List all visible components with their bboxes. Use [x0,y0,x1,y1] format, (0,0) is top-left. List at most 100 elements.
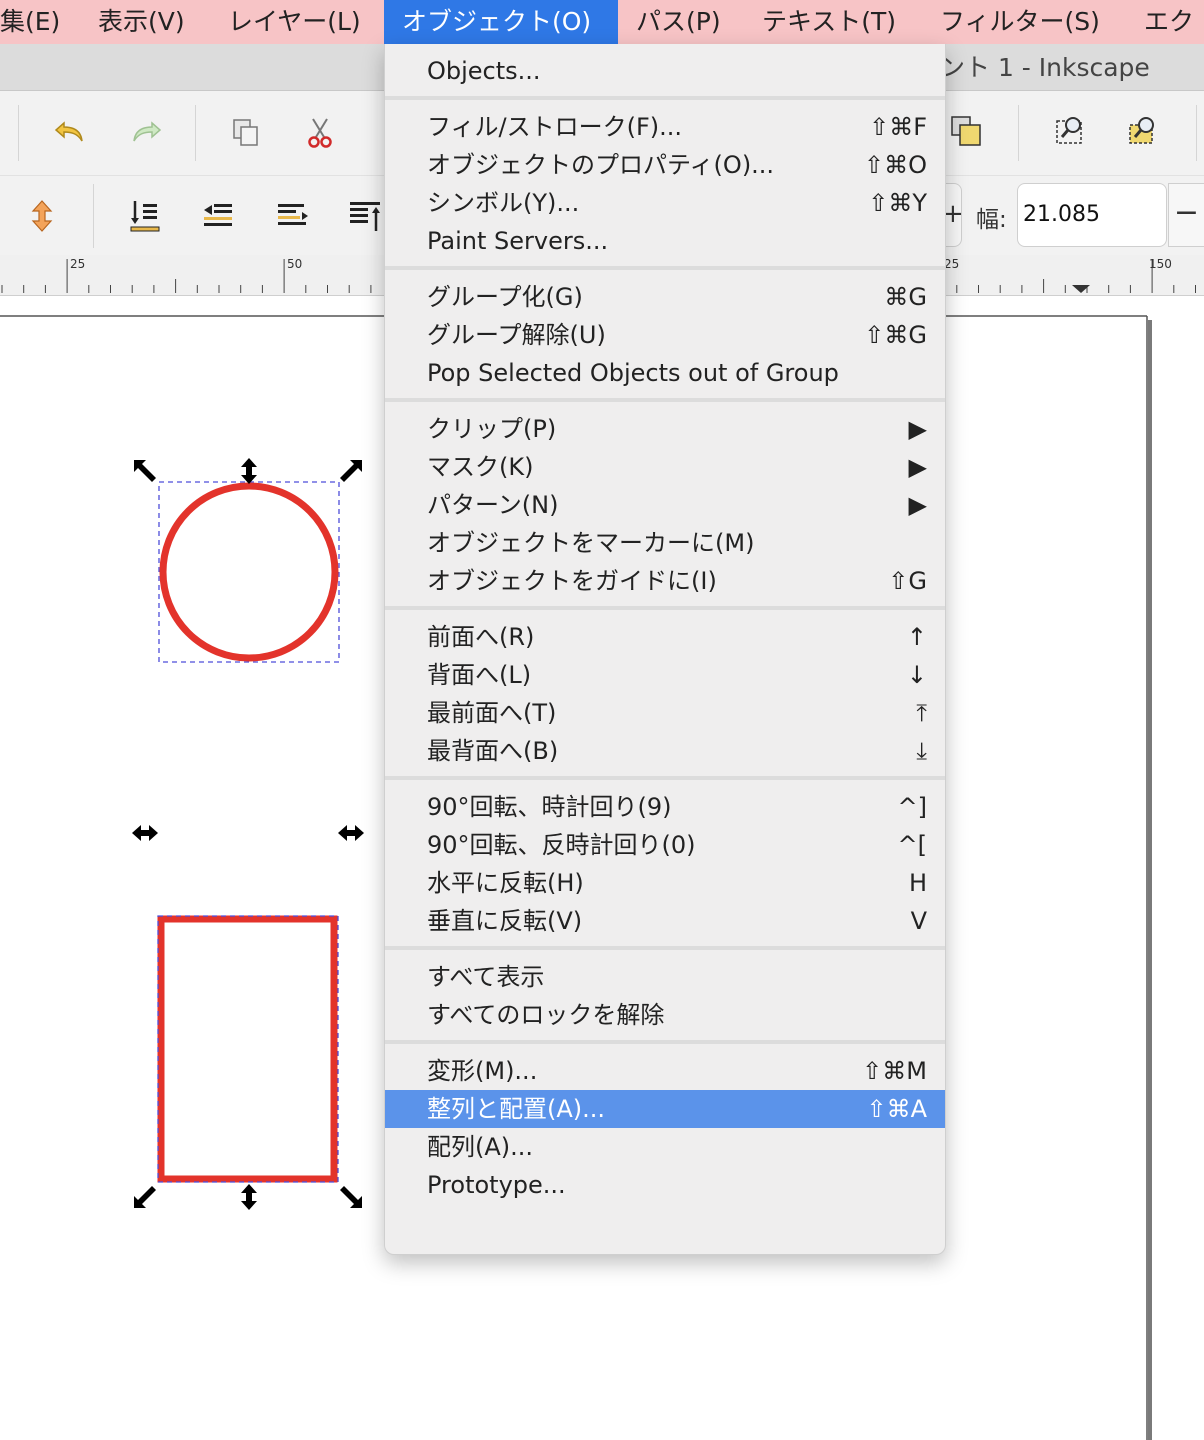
align-left-text-icon[interactable] [200,198,236,234]
menu-item-label: オブジェクトをマーカーに(M) [427,529,755,557]
circle-shape[interactable] [159,482,339,662]
menu-item[interactable]: オブジェクトをガイドに(I) ⇧G [385,562,945,600]
menu-item[interactable]: 90°回転、反時計回り(0) ^[ [385,826,945,864]
menu-item[interactable]: 垂直に反転(V) V [385,902,945,940]
menu-item-shortcut: ⤒ [916,699,927,727]
menu-divider [385,606,945,610]
menu-item[interactable]: 変形(M)... ⇧⌘M [385,1052,945,1090]
menu-item-label: 水平に反転(H) [427,869,584,897]
menu-item-shortcut: ⇧⌘G [864,321,927,349]
menu-path[interactable]: パス(P) [636,0,721,44]
scale-handle-top-left-icon[interactable] [134,460,156,482]
undo-icon[interactable] [52,115,88,151]
menu-item-shortcut: ⇧⌘A [866,1095,927,1123]
menu-item[interactable]: オブジェクトのプロパティ(O)... ⇧⌘O [385,146,945,184]
menu-item[interactable]: 前面へ(R) ↑ [385,618,945,656]
menu-item-label: Paint Servers... [427,227,609,255]
menu-item[interactable]: 最前面へ(T) ⤒ [385,694,945,732]
menu-item[interactable]: 最背面へ(B) ⤓ [385,732,945,770]
menu-filter[interactable]: フィルター(S) [940,0,1100,44]
zoom-drawing-icon[interactable] [1126,113,1162,149]
menu-item-label: クリップ(P) [427,415,557,443]
menu-layer[interactable]: レイヤー(L) [228,0,361,44]
menu-item-label: マスク(K) [427,453,534,481]
menu-item[interactable]: すべて表示 [385,958,945,996]
menu-item[interactable]: 90°回転、時計回り(9) ^] [385,788,945,826]
menu-item-shortcut: ^] [897,793,927,821]
menu-item[interactable]: Pop Selected Objects out of Group [385,354,945,392]
menu-item-label: パターン(N) [427,491,559,519]
menu-item[interactable]: 整列と配置(A)... ⇧⌘A [385,1090,945,1128]
menu-item[interactable]: 背面へ(L) ↓ [385,656,945,694]
scale-handle-right-icon[interactable] [338,825,364,841]
width-input[interactable]: 21.085 [1017,183,1167,247]
menu-item-shortcut: ⇧G [888,567,927,595]
transform-toggle-icon[interactable] [24,198,60,234]
scale-handle-bottom-icon[interactable] [241,1184,257,1210]
menu-item[interactable]: パターン(N) ▶ [385,486,945,524]
menu-view[interactable]: 表示(V) [98,0,185,44]
width-decrement-button[interactable]: − [1168,183,1204,247]
menu-item-label: すべて表示 [427,963,545,991]
lower-icon[interactable] [948,113,984,149]
toolbar-separator [1196,105,1197,161]
menu-divider [385,96,945,100]
menu-object[interactable]: オブジェクト(O) [384,0,618,44]
submenu-arrow-icon: ▶ [908,491,927,519]
menu-item-shortcut: V [910,907,927,935]
cut-icon[interactable] [302,115,338,151]
menu-item-label: 前面へ(R) [427,623,535,651]
menu-item[interactable]: 配列(A)... [385,1128,945,1166]
menu-item[interactable]: グループ化(G) ⌘G [385,278,945,316]
menu-item-label: Pop Selected Objects out of Group [427,359,839,387]
ruler-label: 150 [1149,257,1172,271]
menu-item-shortcut: ↑ [906,623,927,651]
scale-handle-top-right-icon[interactable] [340,460,362,482]
menu-item-shortcut: ⇧⌘Y [868,189,927,217]
scale-handle-bottom-left-icon[interactable] [134,1186,156,1208]
align-text-icon[interactable] [274,198,310,234]
menu-item[interactable]: Objects... [385,52,945,90]
menu-edit[interactable]: 集(E) [0,0,60,44]
menu-divider [385,1040,945,1044]
menu-item-label: シンボル(Y)... [427,189,580,217]
menu-item[interactable]: フィル/ストローク(F)... ⇧⌘F [385,108,945,146]
menu-item-shortcut: ⌘G [884,283,927,311]
menu-item-shortcut: ⤓ [916,737,927,765]
menu-item[interactable]: クリップ(P) ▶ [385,410,945,448]
rectangle-shape[interactable] [157,915,338,1183]
menu-item[interactable]: シンボル(Y)... ⇧⌘Y [385,184,945,222]
menu-item[interactable]: Prototype... [385,1166,945,1204]
menu-item-label: すべてのロックを解除 [427,1001,665,1029]
menu-item[interactable]: マスク(K) ▶ [385,448,945,486]
menu-divider [385,776,945,780]
scale-handle-left-icon[interactable] [132,825,158,841]
width-label: 幅: [976,207,1007,233]
menu-item[interactable]: Paint Servers... [385,222,945,260]
copy-icon[interactable] [228,115,264,151]
align-bottom-icon[interactable] [127,198,163,234]
menu-item-shortcut: ⇧⌘F [869,113,927,141]
menu-item-label: 最背面へ(B) [427,737,559,765]
align-top-icon[interactable] [348,198,384,234]
menu-item-label: フィル/ストローク(F)... [427,113,683,141]
toolbar-separator [93,184,94,248]
toolbar-separator [195,105,196,161]
menu-item-shortcut: ⇧⌘M [862,1057,927,1085]
menu-item-label: 垂直に反転(V) [427,907,583,935]
ruler-label: 25 [70,257,86,271]
menu-item[interactable]: グループ解除(U) ⇧⌘G [385,316,945,354]
toolbar-separator [1018,105,1019,161]
object-menu-dropdown: Objects... フィル/ストローク(F)... ⇧⌘F オブジェクトのプロパティ… [384,44,946,1255]
menu-extensions[interactable]: エク [1144,0,1194,44]
zoom-selection-icon[interactable] [1053,113,1089,149]
redo-icon[interactable] [128,115,164,151]
scale-handle-top-icon[interactable] [241,458,257,484]
menu-item-label: グループ化(G) [427,283,583,311]
menu-item[interactable]: 水平に反転(H) H [385,864,945,902]
menu-text[interactable]: テキスト(T) [762,0,896,44]
menu-item[interactable]: オブジェクトをマーカーに(M) [385,524,945,562]
page-shadow [1148,320,1152,1440]
scale-handle-bottom-right-icon[interactable] [340,1186,362,1208]
menu-item[interactable]: すべてのロックを解除 [385,996,945,1034]
